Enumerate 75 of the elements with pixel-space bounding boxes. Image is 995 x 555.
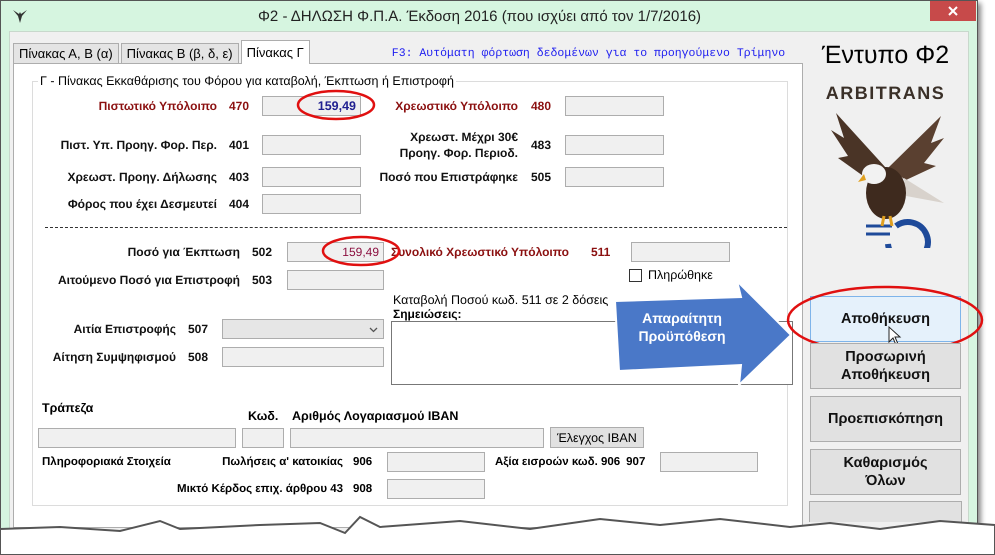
field-label: Πιστ. Υπ. Προηγ. Φορ. Περ. bbox=[60, 137, 217, 153]
field-code: 508 bbox=[187, 350, 210, 364]
field-code: 401 bbox=[228, 138, 250, 152]
tab[interactable]: Πίνακας Α, Β (α) bbox=[13, 43, 119, 63]
field-label: Χρεωστ. Μέχρι 30€ Προηγ. Φορ. Περιοδ. bbox=[398, 129, 518, 161]
mouse-cursor-icon bbox=[888, 326, 902, 346]
text-field[interactable] bbox=[242, 428, 284, 448]
shortcut-hint: F3: Αυτόματη φόρτωση δεδομένων για το προηγούμενο Τρίμηνο bbox=[392, 47, 786, 60]
field-label: Ποσό που Επιστράφηκε bbox=[378, 168, 518, 184]
text-field[interactable] bbox=[262, 135, 361, 155]
tab[interactable]: Πίνακας Γ bbox=[240, 40, 310, 64]
field-code: 507 bbox=[187, 322, 210, 336]
field-label: Τράπεζα bbox=[42, 401, 94, 415]
field-code: 505 bbox=[530, 170, 552, 184]
text-field[interactable] bbox=[387, 452, 485, 472]
field-label: Φόρος που έχει Δεσμευτεί bbox=[66, 196, 217, 212]
text-field[interactable] bbox=[262, 166, 361, 186]
installments-label: Καταβολή Ποσού κωδ. 511 σε 2 δόσεις bbox=[393, 293, 608, 307]
check-iban-button[interactable]: Έλεγχος IBAN bbox=[550, 427, 644, 448]
dropdown[interactable] bbox=[222, 319, 384, 339]
window-title: Φ2 - ΔΗΛΩΣΗ Φ.Π.Α. Έκδοση 2016 (που ισχύει από τον 1/7/2016) bbox=[256, 8, 702, 24]
text-field[interactable] bbox=[660, 452, 758, 472]
notes-label: Σημειώσεις: bbox=[393, 307, 462, 321]
text-field[interactable] bbox=[290, 428, 544, 448]
brand-logo-text: ARBITRANS bbox=[826, 83, 946, 104]
text-field[interactable] bbox=[262, 194, 361, 214]
field-label: Χρεωστ. Προηγ. Δήλωσης bbox=[66, 168, 217, 184]
side-button[interactable]: Καθαρισμός Όλων bbox=[810, 449, 961, 495]
field-label: Αξία εισροών κωδ. 906 bbox=[495, 456, 620, 468]
close-button[interactable] bbox=[930, 1, 976, 21]
field-code: 906 bbox=[352, 456, 374, 468]
tab[interactable]: Πίνακας Β (β, δ, ε) bbox=[120, 43, 239, 63]
checkbox[interactable] bbox=[629, 268, 642, 282]
chevron-down-icon bbox=[369, 327, 378, 333]
text-field[interactable] bbox=[565, 166, 664, 186]
text-field[interactable] bbox=[287, 270, 384, 290]
field-code: 404 bbox=[228, 196, 250, 210]
field-label: Αιτία Επιστροφής bbox=[72, 321, 176, 337]
section-label: Πληροφοριακά Στοιχεία bbox=[41, 456, 172, 468]
side-button[interactable]: Προσωρινή Αποθήκευση bbox=[810, 343, 961, 389]
text-field[interactable] bbox=[565, 96, 664, 116]
field-code: 503 bbox=[251, 273, 274, 287]
field-label: Κωδ. bbox=[248, 409, 280, 423]
checkbox-label: Πληρώθηκε bbox=[648, 268, 713, 282]
field-code: 908 bbox=[352, 482, 374, 494]
field-label: Πωλήσεις α' κατοικίας bbox=[221, 456, 343, 468]
field-code: 470 bbox=[228, 98, 250, 112]
field-code: 907 bbox=[625, 456, 646, 468]
field-code: 483 bbox=[530, 138, 552, 152]
callout-text: Απαραίτητη Προϋπόθεση bbox=[637, 309, 727, 345]
field-code: 511 bbox=[591, 245, 612, 259]
text-field[interactable] bbox=[631, 242, 730, 262]
text-field[interactable] bbox=[387, 478, 485, 498]
field-label: Μικτό Κέρδος επιχ. άρθρου 43 bbox=[176, 482, 343, 494]
field-code: 480 bbox=[530, 98, 552, 112]
text-field[interactable] bbox=[38, 428, 236, 448]
group-title: Γ - Πίνακας Εκκαθάρισης του Φόρου για καταβολή, Έκπτωση ή Επιστροφή bbox=[39, 74, 455, 88]
field-label: Πιστωτικό Υπόλοιπο bbox=[98, 98, 217, 114]
side-button[interactable]: Αποθήκευση bbox=[810, 296, 961, 342]
field-code: 502 bbox=[251, 245, 274, 259]
field-label: Αίτηση Συμψηφισμού bbox=[52, 349, 176, 365]
text-field[interactable] bbox=[565, 135, 664, 155]
text-field[interactable]: 159,49 bbox=[262, 96, 361, 116]
field-label: Ποσό για Έκπτωση bbox=[126, 244, 240, 260]
field-label: Αριθμός Λογαριασμού IBAN bbox=[292, 409, 458, 423]
field-label: Αιτούμενο Ποσό για Επιστροφή bbox=[56, 272, 240, 288]
form-heading: Έντυπο Φ2 bbox=[822, 41, 950, 70]
close-icon bbox=[948, 6, 958, 16]
bird-icon bbox=[11, 7, 29, 25]
side-button[interactable]: Προεπισκόπηση bbox=[810, 396, 961, 442]
text-field[interactable]: 159,49 bbox=[287, 242, 384, 262]
text-field[interactable] bbox=[222, 347, 384, 367]
field-code: 403 bbox=[228, 170, 250, 184]
partial-button[interactable] bbox=[809, 501, 962, 522]
field-label: Χρεωστικό Υπόλοιπο bbox=[394, 98, 518, 114]
